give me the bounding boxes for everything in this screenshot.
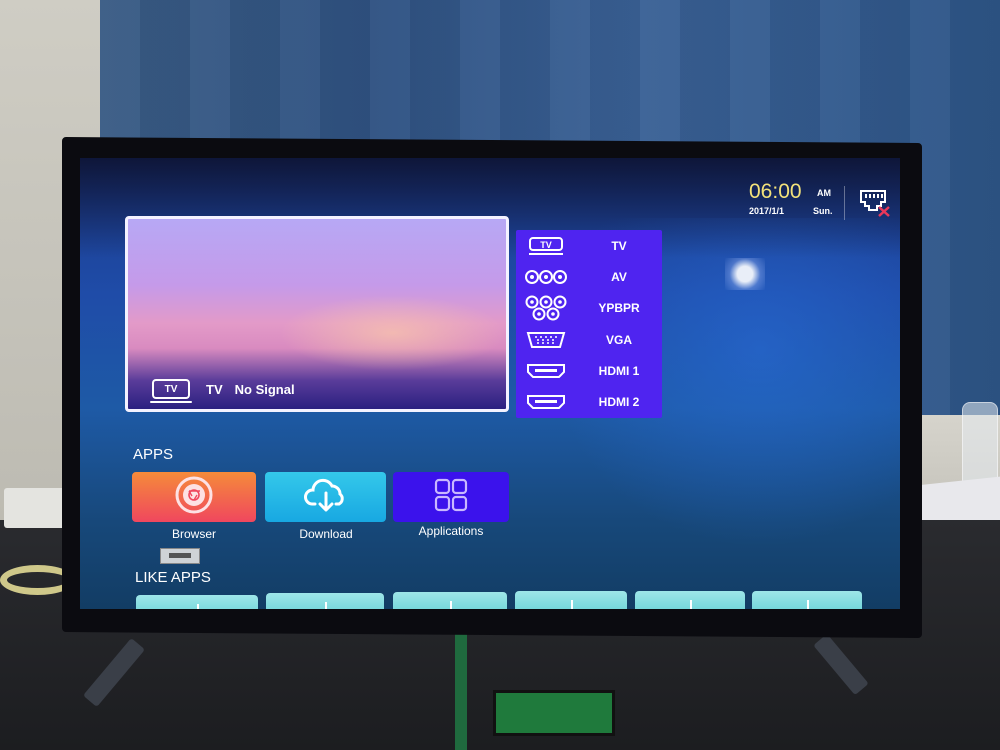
like-apps-section-title: LIKE APPS [135,569,211,586]
tv-screen: 06:00 AM 2017/1/1 Sun. TV TV No Signal T… [80,158,900,613]
green-cable-strip [455,630,467,750]
app-tile-download[interactable] [265,472,386,522]
source-label: TV [611,238,627,253]
lamp-reflection [725,258,765,290]
source-label: YPBPR [598,301,640,316]
source-item-av[interactable]: AV [516,261,662,292]
ypbpr-component-icon [516,295,576,321]
source-label: AV [611,269,627,284]
app-tile-browser[interactable] [132,472,256,522]
app-tile-applications[interactable] [393,472,509,522]
source-label: HDMI 1 [598,363,640,378]
app-label-applications: Applications [418,524,484,538]
source-item-tv[interactable]: TV TV [516,230,662,261]
source-list: TV TV AV YPBPR VGA HDMI 1 HDMI 2 [516,230,662,418]
cloud-download-icon [303,476,349,519]
source-item-hdmi1[interactable]: HDMI 1 [516,355,662,386]
hdmi-port-icon [516,363,576,379]
apps-section-title: APPS [133,446,174,463]
preview-source: TV [206,381,223,397]
app-label-download: Download [299,527,353,541]
browser-icon [174,475,214,520]
av-rca-icon [516,269,576,285]
tv-icon: TV [150,379,192,403]
source-label: VGA [605,332,632,347]
focus-indicator [160,548,200,564]
source-preview[interactable]: TV TV No Signal [125,216,509,412]
source-item-hdmi2[interactable]: HDMI 2 [516,386,662,417]
clock-day: Sun. [813,206,833,216]
water-bottle [962,402,998,484]
grid-icon [434,478,468,517]
green-pad [493,690,615,736]
clock-date: 2017/1/1 [749,206,785,216]
hdmi-port-icon [516,394,576,410]
clock-time: 06:00 [749,180,802,203]
screen-edge [80,609,900,613]
svg-text:TV: TV [540,240,552,250]
preview-caption: TV TV No Signal [150,379,295,403]
source-label: HDMI 2 [598,395,640,410]
tv-icon: TV [516,236,576,256]
source-item-ypbpr[interactable]: YPBPR [516,293,662,324]
ethernet-disconnected-icon[interactable] [858,188,892,218]
app-label-browser: Browser [171,527,216,541]
clock-ampm: AM [817,188,831,198]
vga-port-icon [516,331,576,349]
source-item-vga[interactable]: VGA [516,324,662,355]
divider [844,186,845,220]
preview-status: No Signal [234,381,295,397]
clock: 06:00 AM 2017/1/1 Sun. [747,180,837,220]
